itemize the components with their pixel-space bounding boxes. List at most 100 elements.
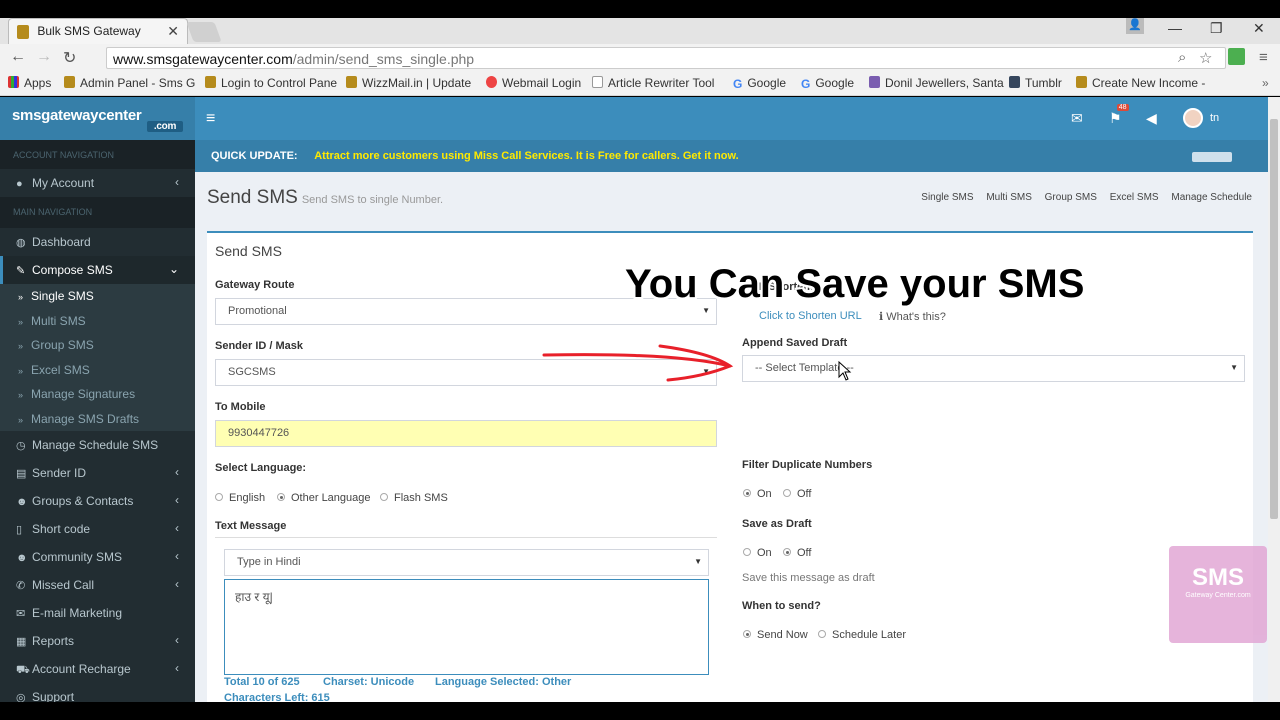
send-now-radio[interactable]: Send Now — [743, 629, 808, 641]
mail-icon[interactable]: ✉ — [1071, 110, 1083, 127]
tab-title: Bulk SMS Gateway — [37, 24, 141, 38]
crumb-group-sms[interactable]: Group SMS — [1045, 192, 1097, 203]
site-logo[interactable]: smsgatewaycenter .com — [0, 97, 195, 140]
flag-icon[interactable]: ⚑ 48 — [1109, 104, 1129, 127]
chevron-left-icon: ‹ — [175, 549, 179, 563]
dashboard-icon: ◍ — [16, 237, 26, 249]
report-icon: ▦ — [16, 636, 27, 648]
chevron-left-icon: ‹ — [175, 521, 179, 535]
star-icon[interactable]: ☆ — [1199, 49, 1212, 67]
radio-flash-sms[interactable]: Flash SMS — [380, 492, 448, 504]
crumb-single-sms[interactable]: Single SMS — [921, 192, 973, 203]
bookmark-apps[interactable]: Apps — [8, 76, 51, 90]
bookmark-google[interactable]: G Google — [801, 76, 854, 91]
bookmark-item[interactable]: Donil Jewellers, Santa — [869, 76, 1004, 90]
bookmark-item[interactable]: WizzMail.in | Update — [346, 76, 471, 90]
quick-update-bar: QUICK UPDATE: Attract more customers usi… — [195, 140, 1268, 172]
sidebar-item-support[interactable]: ◎ Support — [0, 683, 195, 702]
sidebar-toggle-icon[interactable]: ≡ — [206, 110, 215, 128]
bookmark-item[interactable]: Webmail Login — [486, 76, 581, 90]
sidebar-item-community[interactable]: ☻ Community SMS ‹ — [0, 543, 195, 571]
bookmark-google[interactable]: G Google — [733, 76, 786, 91]
sidebar-subitem-single-sms[interactable]: » Single SMS — [0, 284, 195, 309]
file-icon: ▤ — [16, 468, 27, 480]
radio-english[interactable]: English — [215, 492, 265, 504]
close-window-icon[interactable]: ✕ — [1253, 20, 1265, 37]
sidebar-subitem-excel-sms[interactable]: » Excel SMS — [0, 358, 195, 383]
filter-on-radio[interactable]: On — [743, 488, 772, 500]
brand-watermark: SMS Gateway Center.com — [1169, 546, 1267, 643]
profile-icon[interactable]: 👤 — [1126, 18, 1144, 34]
new-tab-button[interactable] — [186, 22, 222, 42]
crumb-excel-sms[interactable]: Excel SMS — [1110, 192, 1159, 203]
minimize-icon[interactable]: — — [1168, 20, 1182, 36]
bookmark-item[interactable]: Article Rewriter Tool — [592, 76, 714, 90]
schedule-later-radio[interactable]: Schedule Later — [818, 629, 906, 641]
bookmark-item[interactable]: Tumblr — [1009, 76, 1062, 90]
to-mobile-input[interactable]: 9930447726 — [215, 420, 717, 447]
sidebar-item-reports[interactable]: ▦ Reports ‹ — [0, 627, 195, 655]
more-bookmarks-icon[interactable]: » — [1262, 76, 1269, 90]
crumb-manage-schedule[interactable]: Manage Schedule — [1171, 192, 1252, 203]
sidebar-item-recharge[interactable]: ⛟ Account Recharge ‹ — [0, 655, 195, 683]
breadcrumb: Single SMS Multi SMS Group SMS Excel SMS… — [911, 192, 1252, 203]
bookmark-item[interactable]: Login to Control Pane — [205, 76, 337, 90]
page-scrollbar[interactable] — [1268, 97, 1280, 702]
crumb-multi-sms[interactable]: Multi SMS — [986, 192, 1032, 203]
notification-icon[interactable]: ◀ — [1146, 110, 1157, 127]
user-name[interactable]: tn — [1210, 112, 1219, 124]
extension-icon[interactable] — [1228, 48, 1245, 65]
bookmark-item[interactable]: Admin Panel - Sms G — [64, 76, 195, 90]
save-on-radio[interactable]: On — [743, 547, 772, 559]
close-tab-icon[interactable]: ✕ — [167, 23, 179, 40]
phone-icon: ✆ — [16, 580, 26, 592]
chevron-left-icon: ‹ — [175, 493, 179, 507]
sidebar-item-schedule[interactable]: ◷ Manage Schedule SMS — [0, 431, 195, 459]
saved-draft-select[interactable]: -- Select Template -- ▼ — [742, 355, 1245, 382]
text-message-label: Text Message — [215, 520, 287, 532]
flag-badge: 48 — [1116, 104, 1129, 111]
zoom-icon[interactable]: ⌕ — [1178, 49, 1186, 66]
support-icon: ◎ — [16, 692, 26, 702]
address-bar[interactable]: www.smsgatewaycenter.com/admin/send_sms_… — [106, 47, 1226, 69]
route-label: Gateway Route — [215, 279, 295, 291]
overlay-caption: You Can Save your SMS — [625, 262, 1085, 306]
restore-icon[interactable]: ❐ — [1210, 20, 1223, 37]
reload-icon[interactable]: ↻ — [63, 48, 76, 68]
sidebar-item-my-account[interactable]: ● My Account ‹ — [0, 169, 195, 197]
save-off-radio[interactable]: Off — [783, 547, 811, 559]
filter-off-radio[interactable]: Off — [783, 488, 811, 500]
input-language-select[interactable]: Type in Hindi ▼ — [224, 549, 709, 576]
ticker-controls[interactable] — [1192, 152, 1232, 162]
users-icon: ☻ — [16, 496, 28, 508]
quick-update-text[interactable]: Attract more customers using Miss Call S… — [314, 150, 738, 162]
sidebar-item-short-code[interactable]: ▯ Short code ‹ — [0, 515, 195, 543]
radio-other-language[interactable]: Other Language — [277, 492, 371, 504]
shorten-url-link[interactable]: Click to Shorten URL — [759, 310, 862, 322]
sidebar-item-sender-id[interactable]: ▤ Sender ID ‹ — [0, 459, 195, 487]
message-textarea[interactable]: हाउ र यू| — [224, 579, 709, 675]
sidebar-item-compose-sms[interactable]: ✎ Compose SMS ⌄ — [0, 256, 195, 284]
sidebar-subitem-multi-sms[interactable]: » Multi SMS — [0, 309, 195, 334]
sidebar-subitem-group-sms[interactable]: » Group SMS — [0, 333, 195, 358]
sidebar-section-header: ACCOUNT NAVIGATION — [0, 140, 195, 169]
sidebar-item-dashboard[interactable]: ◍ Dashboard — [0, 228, 195, 256]
quick-update-label: QUICK UPDATE: — [211, 150, 298, 162]
bookmark-item[interactable]: Create New Income - — [1076, 76, 1205, 90]
scroll-thumb[interactable] — [1270, 119, 1278, 519]
browser-tab[interactable]: Bulk SMS Gateway ✕ — [8, 18, 188, 44]
sidebar-item-groups[interactable]: ☻ Groups & Contacts ‹ — [0, 487, 195, 515]
avatar[interactable] — [1183, 108, 1203, 128]
save-draft-hint: Save this message as draft — [742, 572, 875, 584]
mouse-cursor-icon — [838, 361, 852, 381]
sidebar-subitem-signatures[interactable]: » Manage Signatures — [0, 382, 195, 407]
whats-this-link[interactable]: ℹ What's this? — [879, 310, 946, 323]
sidebar-subitem-drafts[interactable]: » Manage SMS Drafts — [0, 407, 195, 432]
back-icon[interactable]: ← — [10, 48, 26, 66]
sidebar-item-email[interactable]: ✉ E-mail Marketing — [0, 599, 195, 627]
forward-icon[interactable]: → — [36, 48, 52, 66]
menu-icon[interactable]: ≡ — [1259, 49, 1268, 66]
filter-duplicates-label: Filter Duplicate Numbers — [742, 459, 873, 471]
sidebar-item-missed-call[interactable]: ✆ Missed Call ‹ — [0, 571, 195, 599]
dropdown-arrow-icon: ▼ — [694, 557, 702, 566]
